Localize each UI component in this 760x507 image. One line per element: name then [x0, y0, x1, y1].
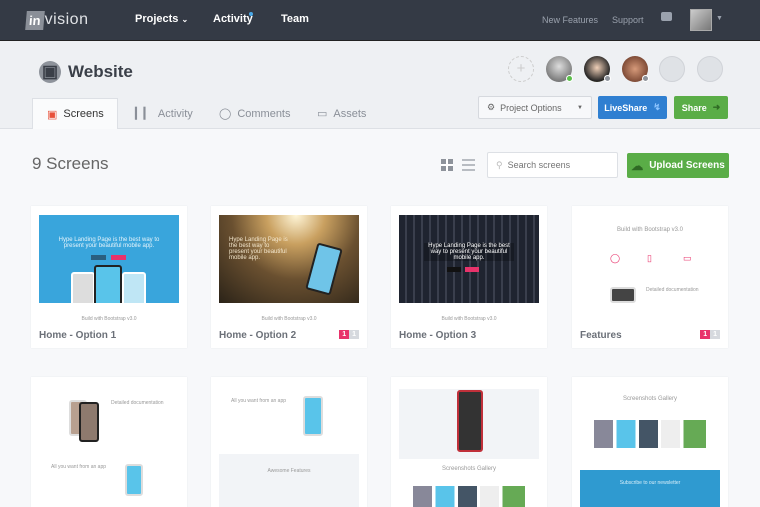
screen-title: Features	[580, 330, 622, 341]
screen-card[interactable]: Hype Landing Page is the best way to pre…	[391, 206, 547, 348]
collaborator-avatar[interactable]	[622, 56, 649, 82]
screen-thumbnail: Hype Landing Page is the best way to pre…	[39, 215, 179, 303]
monitor-icon: ▣	[47, 108, 58, 121]
search-icon: ⚲	[496, 159, 503, 170]
cloud-upload-icon: ☁	[631, 158, 644, 173]
search-box[interactable]: ⚲	[487, 152, 618, 178]
share-button[interactable]: Share ➜	[674, 96, 728, 119]
status-away	[642, 75, 649, 82]
project-options-dropdown[interactable]: ⚙ Project Options ▼	[478, 96, 592, 119]
grid-view-icon[interactable]	[441, 159, 453, 171]
page-title: ▣ Website	[32, 61, 133, 83]
screen-title: Home - Option 2	[219, 330, 297, 341]
list-view-icon[interactable]	[462, 159, 475, 171]
liveshare-button[interactable]: LiveShare ↯	[598, 96, 667, 119]
nav-projects[interactable]: Projects ⌄	[135, 13, 188, 25]
screen-thumbnail: Screenshots Gallery Subscribe to our new…	[580, 386, 720, 507]
caret-down-icon[interactable]: ▼	[716, 15, 723, 22]
status-away	[604, 75, 611, 82]
invited-avatar[interactable]	[697, 56, 723, 82]
screen-card[interactable]: Detailed documentation All you want from…	[31, 377, 187, 507]
monitor-icon: ▣	[39, 61, 61, 83]
screen-card[interactable]: All you want from an app Awesome Feature…	[211, 377, 367, 507]
nav-support[interactable]: Support	[612, 15, 644, 25]
invited-avatar[interactable]	[659, 56, 685, 82]
screen-title: Home - Option 3	[399, 330, 477, 341]
lightning-icon: ↯	[653, 102, 661, 112]
invision-logo[interactable]: in vision	[25, 8, 88, 32]
comment-icon: ◯	[219, 108, 232, 120]
screen-card[interactable]: Screenshots Gallery	[391, 377, 547, 507]
screen-thumbnail: Build with Bootstrap v3.0 ◯ ▯ ▭ Detailed d…	[580, 215, 720, 303]
screen-title: Home - Option 1	[39, 330, 117, 341]
folder-icon: ▭	[317, 108, 328, 120]
top-nav: in vision Projects ⌄ Activity Team New Fe…	[0, 0, 760, 41]
status-online	[566, 75, 573, 82]
screen-card[interactable]: Build with Bootstrap v3.0 ◯ ▯ ▭ Detailed d…	[572, 206, 728, 348]
screen-thumbnail: Detailed documentation All you want from…	[39, 386, 179, 507]
nav-new-features[interactable]: New Features	[542, 15, 598, 25]
screen-thumbnail: All you want from an app Awesome Feature…	[219, 386, 359, 507]
caret-down-icon: ▼	[577, 104, 583, 111]
user-avatar[interactable]	[690, 9, 712, 31]
arrow-right-icon: ➜	[712, 102, 721, 112]
collaborator-avatar[interactable]	[584, 56, 611, 82]
nav-activity[interactable]: Activity	[213, 13, 253, 25]
screen-thumbnail: Hype Landing Page is the best way to pre…	[399, 215, 539, 303]
camera-icon[interactable]	[661, 12, 672, 21]
nav-team[interactable]: Team	[281, 13, 309, 25]
screen-thumbnail: Screenshots Gallery	[399, 386, 539, 507]
screen-card[interactable]: Hype Landing Page is the best way to pre…	[31, 206, 187, 348]
tab-comments[interactable]: ◯ Comments	[205, 98, 305, 129]
gear-icon: ⚙	[487, 102, 496, 112]
comment-badge[interactable]: 11	[339, 330, 359, 339]
screen-thumbnail: Hype Landing Page is the best way to pre…	[219, 215, 359, 303]
collaborator-avatar[interactable]	[546, 56, 573, 82]
chevron-down-icon: ⌄	[181, 15, 189, 24]
tab-screens[interactable]: ▣ Screens	[32, 98, 118, 129]
screen-card[interactable]: Hype Landing Page is the best way to pre…	[211, 206, 367, 348]
comment-badge[interactable]: 11	[700, 330, 720, 339]
add-collaborator-button[interactable]: +	[508, 56, 534, 82]
screen-card[interactable]: Screenshots Gallery Subscribe to our new…	[572, 377, 728, 507]
screens-count: 9 Screens	[32, 154, 109, 173]
search-input[interactable]	[507, 160, 608, 170]
bar-chart-icon: ▎▎	[135, 108, 152, 120]
notification-dot	[249, 12, 253, 16]
tab-activity[interactable]: ▎▎ Activity	[121, 98, 207, 129]
tab-assets[interactable]: ▭ Assets	[303, 98, 380, 129]
upload-screens-button[interactable]: ☁ Upload Screens	[627, 153, 729, 178]
